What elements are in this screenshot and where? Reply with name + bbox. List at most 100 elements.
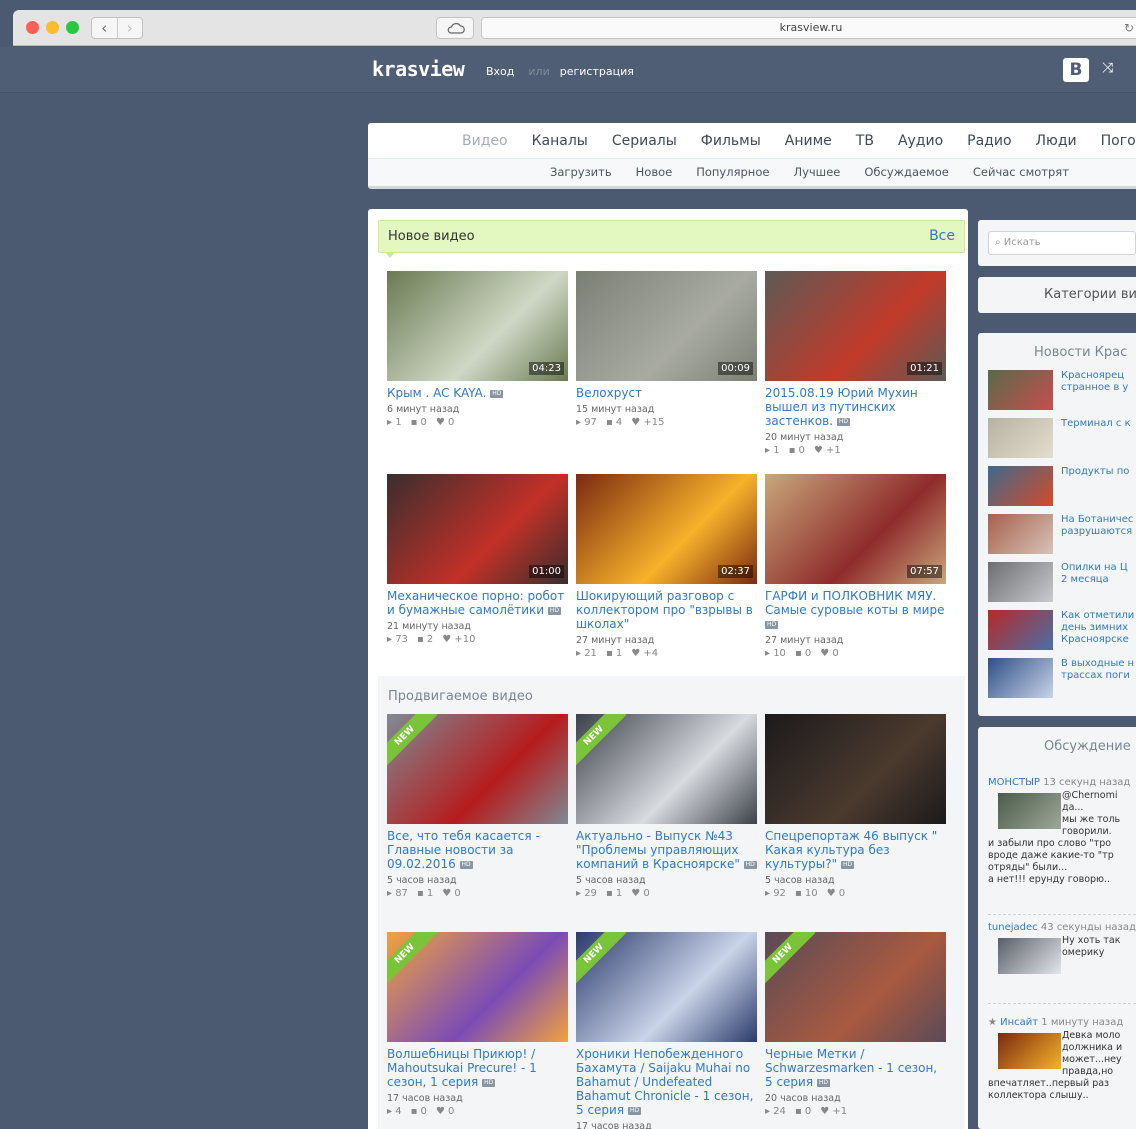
news-title[interactable]: В выходные н трассах поги (1061, 658, 1136, 682)
address-bar[interactable]: krasview.ru ↻ (481, 17, 1136, 39)
discussion-line: вроде даже какие-то "тр (988, 850, 1114, 861)
video-time: 27 минут назад (765, 635, 844, 646)
video-thumbnail[interactable]: 02:37 (576, 474, 757, 584)
news-title[interactable]: Как отметили день зимних Красноярске (1061, 610, 1136, 646)
nav-item[interactable]: Сериалы (612, 123, 677, 158)
video-title[interactable]: 2015.08.19 Юрий Мухин вышел из путинских… (765, 386, 946, 428)
news-item[interactable]: На Ботаничес разрушаются (988, 514, 1136, 554)
site-logo[interactable]: krasview (372, 57, 465, 81)
video-thumbnail[interactable]: NEW (576, 714, 757, 824)
video-card[interactable]: NEW Хроники Непобежденного Бахамута / Sai… (576, 932, 757, 1129)
video-title[interactable]: Черные Метки / Schwarzesmarken - 1 сезон… (765, 1047, 946, 1089)
news-thumbnail[interactable] (988, 514, 1053, 554)
news-thumbnail[interactable] (988, 418, 1053, 458)
news-thumbnail[interactable] (988, 562, 1053, 602)
maximize-window-button[interactable] (66, 21, 79, 34)
subnav-item[interactable]: Популярное (696, 165, 769, 179)
news-item[interactable]: Опилки на Ц2 месяца (988, 562, 1136, 602)
news-thumbnail[interactable] (988, 610, 1053, 650)
video-thumbnail[interactable]: NEW (387, 714, 568, 824)
discussion-thumbnail[interactable] (998, 1033, 1061, 1069)
video-thumbnail[interactable]: 07:57 (765, 474, 946, 584)
news-title[interactable]: Продукты по (1061, 466, 1136, 478)
back-button[interactable]: ‹ (92, 18, 117, 38)
video-card[interactable]: 02:37 Шокирующий разговор с коллектором п… (576, 474, 757, 660)
news-title[interactable]: На Ботаничес разрушаются (1061, 514, 1136, 538)
news-item[interactable]: Как отметили день зимних Красноярске (988, 610, 1136, 650)
nav-item[interactable]: ТВ (856, 123, 874, 158)
all-videos-link[interactable]: Все (929, 228, 955, 244)
news-title[interactable]: Терминал с к (1061, 418, 1136, 430)
video-thumbnail[interactable]: NEW (387, 932, 568, 1042)
news-title[interactable]: Красноярец странное в у (1061, 370, 1136, 394)
register-link[interactable]: регистрация (560, 65, 634, 78)
vk-icon[interactable]: B (1063, 58, 1089, 82)
video-thumbnail[interactable]: NEW (576, 932, 757, 1042)
news-thumbnail[interactable] (988, 466, 1053, 506)
video-title[interactable]: Все, что тебя касается - Главные новости… (387, 829, 568, 871)
video-thumbnail[interactable] (765, 714, 946, 824)
nav-item[interactable]: Погода (1101, 123, 1136, 158)
video-card[interactable]: 07:57 ГАРФИ и ПОЛКОВНИК МЯУ. Самые суровы… (765, 474, 946, 660)
video-card[interactable]: 01:21 2015.08.19 Юрий Мухин вышел из пути… (765, 271, 946, 457)
subnav-item[interactable]: Загрузить (550, 165, 612, 179)
nav-item[interactable]: Видео (462, 123, 508, 158)
video-duration: 04:23 (529, 362, 564, 375)
video-title[interactable]: Хроники Непобежденного Бахамута / Saijak… (576, 1047, 757, 1117)
subnav-item[interactable]: Лучшее (793, 165, 840, 179)
discussion-user[interactable]: МОНСТЫР (988, 777, 1040, 788)
nav-item[interactable]: Фильмы (701, 123, 761, 158)
nav-item[interactable]: Каналы (532, 123, 588, 158)
video-card[interactable]: 00:09 Велохруст 15 минут назад ▸ 97 ▪ 4 ♥ +1… (576, 271, 757, 429)
video-title[interactable]: Крым . AC KAYA. HD (387, 386, 568, 400)
video-thumbnail[interactable]: 01:00 (387, 474, 568, 584)
login-link[interactable]: Вход (486, 65, 514, 78)
news-thumbnail[interactable] (988, 658, 1053, 698)
news-item[interactable]: Продукты по (988, 466, 1136, 506)
random-video-icon[interactable]: ⤨ (1102, 60, 1113, 76)
news-item[interactable]: Красноярец странное в у (988, 370, 1136, 410)
nav-item[interactable]: Люди (1036, 123, 1077, 158)
likes-count: ♥ +15 (631, 417, 665, 428)
video-card[interactable]: NEW Черные Метки / Schwarzesmarken - 1 се… (765, 932, 946, 1118)
discussion-thumbnail[interactable] (998, 938, 1061, 974)
video-title[interactable]: ГАРФИ и ПОЛКОВНИК МЯУ. Самые суровые кот… (765, 589, 946, 631)
search-input[interactable]: ⌕ Искать (988, 231, 1136, 255)
subnav-item[interactable]: Новое (636, 165, 673, 179)
video-card[interactable]: NEW Актуально - Выпуск №43 "Проблемы упра… (576, 714, 757, 900)
video-card[interactable]: NEW Волшебницы Прикюр! / Mahoutsukai Prec… (387, 932, 568, 1118)
subnav-item[interactable]: Обсуждаемое (864, 165, 949, 179)
video-card[interactable]: Спецрепортаж 46 выпуск " Какая культура … (765, 714, 946, 900)
video-card[interactable]: 01:00 Механическое порно: робот и бумажны… (387, 474, 568, 646)
close-window-button[interactable] (26, 21, 39, 34)
nav-item[interactable]: Аудио (898, 123, 943, 158)
minimize-window-button[interactable] (46, 21, 59, 34)
news-title[interactable]: Опилки на Ц2 месяца (1061, 562, 1136, 586)
site-header: krasview Вход или регистрация B ⤨ (0, 47, 1136, 93)
video-title[interactable]: Волшебницы Прикюр! / Mahoutsukai Precure… (387, 1047, 568, 1089)
icloud-tabs-button[interactable] (436, 17, 474, 39)
discussion-user[interactable]: Инсайт (1000, 1017, 1038, 1028)
video-card[interactable]: NEW Все, что тебя касается - Главные ново… (387, 714, 568, 900)
video-title[interactable]: Шокирующий разговор с коллектором про "в… (576, 589, 757, 631)
video-title[interactable]: Велохруст (576, 386, 757, 400)
news-item[interactable]: Терминал с к (988, 418, 1136, 458)
reload-icon[interactable]: ↻ (1124, 18, 1134, 38)
categories-panel[interactable]: Категории ви (978, 277, 1136, 313)
video-title[interactable]: Механическое порно: робот и бумажные сам… (387, 589, 568, 617)
video-thumbnail[interactable]: NEW (765, 932, 946, 1042)
news-thumbnail[interactable] (988, 370, 1053, 410)
video-title[interactable]: Спецрепортаж 46 выпуск " Какая культура … (765, 829, 946, 871)
video-title[interactable]: Актуально - Выпуск №43 "Проблемы управля… (576, 829, 757, 871)
discussion-user[interactable]: tunejadec (988, 922, 1038, 933)
nav-item[interactable]: Радио (967, 123, 1011, 158)
video-thumbnail[interactable]: 01:21 (765, 271, 946, 381)
video-thumbnail[interactable]: 04:23 (387, 271, 568, 381)
video-card[interactable]: 04:23 Крым . AC KAYA. HD 6 минут назад ▸ 1 ▪… (387, 271, 568, 429)
forward-button[interactable]: › (116, 18, 143, 38)
news-item[interactable]: В выходные н трассах поги (988, 658, 1136, 698)
video-thumbnail[interactable]: 00:09 (576, 271, 757, 381)
discussion-thumbnail[interactable] (998, 793, 1061, 829)
nav-item[interactable]: Аниме (785, 123, 832, 158)
subnav-item[interactable]: Сейчас смотрят (973, 165, 1069, 179)
